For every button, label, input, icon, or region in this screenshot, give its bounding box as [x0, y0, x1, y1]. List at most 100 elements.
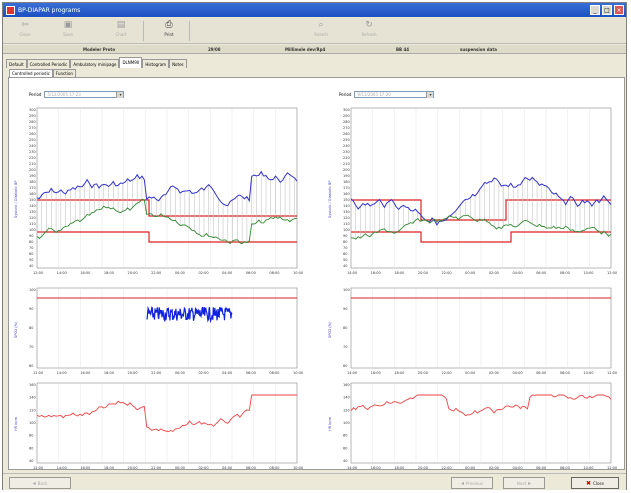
bp-tick-label: 70: [29, 246, 33, 250]
window-title: BP-DIAPAR programs: [18, 6, 81, 14]
bp-tick-label: 260: [29, 132, 36, 136]
time-tick-label: 02:00: [489, 466, 499, 470]
time-tick-label: 04:00: [512, 271, 522, 275]
tab-default[interactable]: Default: [6, 59, 27, 68]
chart-icon: ▤: [116, 20, 126, 30]
bp-tick-label: 100: [343, 228, 350, 232]
subtab-function[interactable]: Function: [52, 69, 76, 77]
time-tick-label: 22:00: [151, 271, 161, 275]
search-button[interactable]: ⌕ Search: [303, 19, 339, 43]
hr-axis-label: HR bpm: [14, 416, 18, 431]
time-tick-label: 02:00: [198, 466, 208, 470]
next-button[interactable]: Next ▸: [503, 477, 545, 489]
time-tick-label: 16:00: [371, 466, 381, 470]
charts-panel: Period 5/12/2005 17:23 ▾ Period 9/11/2005…: [8, 77, 625, 470]
app-window: BP-DIAPAR programs _ □ × ⇦ Close ▣ Save ▤ C…: [2, 2, 627, 490]
time-tick-label: 08:00: [560, 371, 570, 375]
bp-tick-label: 50: [29, 258, 33, 262]
time-tick-label: 00:00: [175, 371, 185, 375]
time-tick-label: 10:00: [583, 271, 593, 275]
patient-id: 29/08: [208, 47, 221, 52]
time-tick-label: 18:00: [394, 371, 404, 375]
bp-tick-label: 230: [29, 150, 36, 154]
spo2-tick-label: 90: [29, 307, 33, 311]
right-arrow-icon: ▸: [528, 479, 532, 487]
bp-tick-label: 100: [29, 228, 36, 232]
bp-tick-label: 280: [343, 120, 350, 124]
print-button[interactable]: ⎙ Print: [151, 19, 187, 43]
bp-tick-label: 290: [343, 114, 350, 118]
bp-tick-label: 210: [343, 162, 350, 166]
hr-tick-label: 140: [343, 396, 350, 400]
spo2-tick-label: 60: [343, 364, 347, 368]
hr-tick-label: 160: [29, 383, 36, 387]
bp-tick-label: 220: [29, 156, 36, 160]
maximize-button[interactable]: □: [602, 5, 612, 15]
bp-tick-label: 250: [29, 138, 36, 142]
bp-tick-label: 140: [29, 204, 36, 208]
time-tick-label: 02:00: [198, 271, 208, 275]
left-arrow-icon: ◂: [461, 479, 465, 487]
tab-dlnm90[interactable]: DLNM90: [119, 57, 143, 68]
time-tick-label: 20:00: [418, 371, 428, 375]
bottom-bar: ◂ Back ◂ Previous Next ▸ ✖ Close: [3, 473, 626, 490]
tab-controlled-periodic[interactable]: Controlled Periodic: [26, 59, 71, 68]
tab-notes[interactable]: Notes: [169, 59, 187, 68]
close-window-button[interactable]: ×: [614, 5, 624, 15]
time-tick-label: 08:00: [269, 271, 279, 275]
subtab-controlled-periodic[interactable]: Controlled periodic: [9, 69, 53, 77]
time-tick-label: 20:00: [418, 466, 428, 470]
bp-tick-label: 40: [343, 264, 347, 268]
time-tick-label: 20:00: [128, 466, 138, 470]
bp-tick-label: 150: [29, 198, 36, 202]
time-tick-label: 06:00: [246, 371, 256, 375]
bp-tick-label: 270: [29, 126, 36, 130]
close-bottom-button[interactable]: ✖ Close: [571, 477, 619, 489]
bp-tick-label: 60: [343, 252, 347, 256]
previous-button[interactable]: ◂ Previous: [451, 477, 493, 489]
chart-button[interactable]: ▤ Chart: [103, 19, 139, 43]
bp-tick-label: 90: [29, 234, 33, 238]
magnifier-icon: ⌕: [318, 20, 324, 30]
time-tick-label: 18:00: [104, 371, 114, 375]
bp-tick-label: 130: [343, 210, 350, 214]
hr-tick-label: 140: [29, 396, 36, 400]
patient-info-bar: Modeler Proto 29/08 Millimole dev/Rp4 BB…: [3, 45, 626, 54]
close-button[interactable]: ⇦ Close: [7, 19, 43, 43]
tab-histogram[interactable]: Histogram: [142, 59, 170, 68]
save-button[interactable]: ▣ Save: [50, 19, 86, 43]
bp-tick-label: 180: [343, 180, 350, 184]
bp-tick-label: 130: [29, 210, 36, 214]
time-tick-label: 16:00: [80, 466, 90, 470]
spo2-axis-label: SPO2 (%): [14, 321, 18, 338]
time-tick-label: 20:00: [128, 371, 138, 375]
time-tick-label: 14:00: [57, 466, 67, 470]
toolbar: ⇦ Close ▣ Save ▤ Chart ⎙ Print ⌕ Search ↻ Refr…: [3, 18, 626, 44]
bp-tick-label: 250: [343, 138, 350, 142]
refresh-button[interactable]: ↻ Refresh: [351, 19, 387, 43]
time-tick-label: 10:00: [583, 466, 593, 470]
bp-tick-label: 150: [343, 198, 350, 202]
time-tick-label: 06:00: [246, 466, 256, 470]
time-tick-label: 10:00: [293, 271, 303, 275]
spo2-tick-label: 100: [343, 288, 350, 292]
back-button[interactable]: ◂ Back: [9, 477, 71, 489]
time-tick-label: 00:00: [465, 271, 475, 275]
bp-tick-label: 90: [343, 234, 347, 238]
minimize-button[interactable]: _: [590, 5, 600, 15]
spo2-tick-label: 80: [29, 326, 33, 330]
time-tick-label: 04:00: [512, 466, 522, 470]
time-tick-label: 20:00: [418, 271, 428, 275]
time-tick-label: 12:00: [33, 371, 43, 375]
bp-axis-label: Systolic / Diastolic BP: [14, 180, 18, 218]
time-tick-label: 16:00: [80, 371, 90, 375]
time-tick-label: 16:00: [371, 271, 381, 275]
hr-tick-label: 100: [343, 421, 350, 425]
hr-tick-label: 160: [343, 383, 350, 387]
time-tick-label: 16:00: [80, 271, 90, 275]
time-tick-label: 00:00: [465, 371, 475, 375]
time-tick-label: 08:00: [269, 466, 279, 470]
hr-tick-label: 60: [343, 446, 347, 450]
tab-ambulatory[interactable]: Ambulatory minipage: [70, 59, 120, 68]
bp-axis-label: Systolic / Diastolic BP: [328, 180, 332, 218]
